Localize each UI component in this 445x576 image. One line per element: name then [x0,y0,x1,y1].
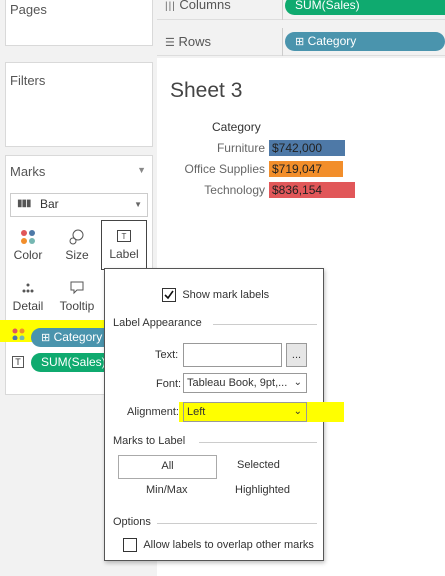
tooltip-icon [55,277,99,299]
category-label: Office Supplies [184,162,266,176]
columns-label: ||| Columns [165,0,231,12]
pages-card[interactable]: Pages [5,0,153,46]
all-option[interactable]: All [118,455,217,479]
text-ellipsis-button[interactable]: ... [286,343,307,367]
detail-button[interactable]: Detail [5,272,51,319]
marks-sales-label: SUM(Sales) [41,355,106,369]
color-button[interactable]: Color [5,221,51,268]
plus-box-icon: ⊞ [41,332,51,344]
bar[interactable]: $836,154 [269,182,355,198]
category-label: Technology [204,183,265,197]
min-max-option[interactable]: Min/Max [146,484,188,496]
highlighted-option[interactable]: Highlighted [235,484,290,496]
show-labels-row[interactable]: Show mark labels [162,287,269,302]
rows-shelf[interactable]: ☰ Rows ⊞ Category [157,28,445,56]
size-button[interactable]: Size [54,221,100,268]
shelf-divider [282,0,283,20]
overlap-text: Allow labels to overlap other marks [143,538,314,551]
font-label: Font: [156,378,182,390]
rows-label: ☰ Rows [165,34,211,49]
divider [157,523,317,524]
rows-category-pill[interactable]: ⊞ Category [285,32,445,51]
columns-shelf[interactable]: ||| Columns SUM(Sales) [157,0,445,20]
rows-pill-label: Category [307,34,357,48]
chevron-down-icon: ▼ [134,200,142,209]
columns-icon: ||| [165,1,176,12]
label-button[interactable]: T Label [101,220,147,270]
text-field-label: Text: [155,349,179,361]
size-button-label: Size [65,248,89,262]
row-header: Category [212,120,261,134]
columns-pill-label: SUM(Sales) [295,0,360,12]
alignment-value: Left [187,406,206,418]
rows-icon: ☰ [165,37,175,49]
bar[interactable]: $742,000 [269,140,346,156]
color-palette-icon [6,226,50,248]
mark-type-value: Bar [40,197,59,211]
svg-text:T: T [122,232,127,241]
columns-text: Columns [179,0,231,12]
rows-text: Rows [178,34,212,49]
font-value: Tableau Book, 9pt,... [187,377,288,389]
divider [213,324,317,325]
label-appearance-title: Label Appearance [113,317,202,329]
chevron-down-icon: ⌄ [293,406,302,417]
font-select[interactable]: Tableau Book, 9pt,... ⌄ [183,373,307,393]
filters-title: Filters [10,73,46,88]
mark-type-select[interactable]: ▮▮▮ Bar ▼ [10,193,148,217]
options-title: Options [113,516,151,528]
divider [199,442,317,443]
color-dots-icon [12,328,26,343]
overlap-row[interactable]: Allow labels to overlap other marks [123,537,314,552]
chevron-down-icon: ⌄ [293,377,302,388]
show-labels-text: Show mark labels [182,288,270,301]
shelf-divider [282,28,283,56]
tooltip-button-label: Tooltip [59,299,95,313]
show-labels-checkbox[interactable] [162,287,176,302]
label-button-label: Label [109,247,139,261]
bar-chart-icon: ▮▮▮ [17,198,31,209]
plus-box-icon: ⊞ [295,36,305,48]
text-T-icon: T [12,356,24,368]
marks-menu-icon[interactable]: ▼ [137,165,146,175]
marks-sales-pill[interactable]: SUM(Sales) [31,353,115,372]
tooltip-button[interactable]: Tooltip [54,272,100,319]
sheet-title: Sheet 3 [170,79,243,102]
category-label: Furniture [216,141,265,155]
detail-button-label: Detail [12,299,44,313]
label-popup: Show mark labels Label Appearance Text: … [104,268,344,561]
text-field-input[interactable] [183,343,282,367]
detail-dots-icon [6,277,50,299]
color-button-label: Color [13,248,43,262]
marks-category-label: Category [53,330,103,344]
selected-option[interactable]: Selected [237,459,280,471]
alignment-label: Alignment: [127,406,179,418]
pages-title: Pages [10,2,47,17]
alignment-select[interactable]: Left ⌄ [183,402,307,422]
size-icon [55,226,99,248]
marks-category-pill[interactable]: ⊞ Category [31,328,115,347]
columns-sales-pill[interactable]: SUM(Sales) [285,0,445,15]
bar[interactable]: $719,047 [269,161,343,177]
text-label-icon: T [102,225,146,247]
overlap-checkbox[interactable] [123,537,137,552]
marks-title: Marks [10,164,46,179]
marks-to-label-title: Marks to Label [113,435,186,447]
filters-card[interactable]: Filters [5,62,153,147]
